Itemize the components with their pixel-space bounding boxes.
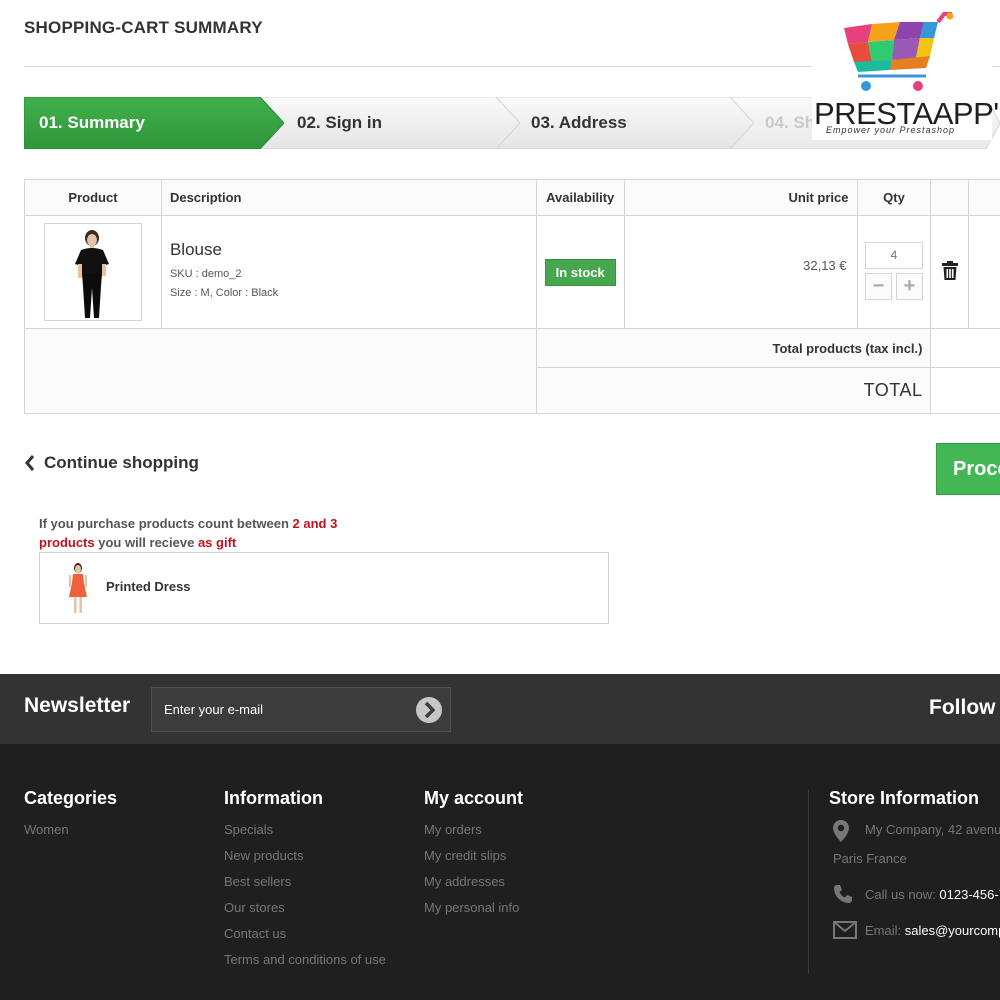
col-header-availability: Availability xyxy=(535,179,625,216)
store-phone: 0123-456-789 xyxy=(939,887,1000,902)
col-header-description: Description xyxy=(160,179,537,216)
gift-product-box[interactable]: Printed Dress xyxy=(39,552,609,624)
product-thumbnail[interactable] xyxy=(43,223,142,321)
cart-item-row: Blouse SKU : demo_2 Size : M, Color : Bl… xyxy=(24,215,1000,329)
col-header-qty: Qty xyxy=(856,179,932,216)
blouse-product-image xyxy=(74,230,109,318)
newsletter-title: Newsletter xyxy=(24,694,131,717)
product-image-cell xyxy=(24,215,162,329)
total-products-row: Total products (tax incl.) xyxy=(24,328,1000,414)
product-attributes: Size : M, Color : Black xyxy=(169,287,279,299)
cart-header-row: Product Description Availability Unit pr… xyxy=(24,179,1000,216)
product-description-cell: Blouse SKU : demo_2 Size : M, Color : Bl… xyxy=(160,215,537,329)
store-phone-line: Call us now: 0123-456-789 xyxy=(829,885,1000,903)
store-email-link[interactable]: sales@yourcompany.com xyxy=(905,923,1000,938)
logo-tagline: Empower your Prestashop xyxy=(826,125,956,135)
trash-icon[interactable] xyxy=(941,261,958,280)
newsletter-submit-icon[interactable] xyxy=(415,696,443,724)
step-label: 01. Summary xyxy=(39,113,145,132)
quantity-input[interactable]: 4 xyxy=(864,242,923,269)
newsletter-email-input[interactable] xyxy=(152,688,402,731)
footer-link-best-sellers[interactable]: Best sellers xyxy=(224,874,394,890)
cart-logo-icon xyxy=(844,12,954,91)
store-email-line: Email: sales@yourcompany.com xyxy=(829,921,1000,939)
site-footer: Categories Women Information Specials Ne… xyxy=(0,744,1000,1000)
in-stock-badge: In stock xyxy=(544,258,616,286)
cart-footer-blank xyxy=(24,328,537,414)
footer-link-contact-us[interactable]: Contact us xyxy=(224,926,394,942)
footer-link-my-orders[interactable]: My orders xyxy=(424,822,523,838)
continue-shopping-link[interactable]: Continue shopping xyxy=(24,453,199,473)
envelope-icon xyxy=(833,921,857,939)
gift-product-name: Printed Dress xyxy=(106,579,191,594)
follow-us-title: Follow us xyxy=(929,696,1000,719)
footer-information-title: Information xyxy=(224,788,323,808)
newsletter-form xyxy=(151,687,451,732)
call-label: Call us now: xyxy=(865,887,940,902)
footer-divider xyxy=(808,790,809,974)
footer-store-title: Store Information xyxy=(829,788,980,808)
col-header-delete xyxy=(930,179,970,216)
quantity-decrease-button[interactable]: − xyxy=(864,273,892,300)
footer-link-credit-slips[interactable]: My credit slips xyxy=(424,848,523,864)
qty-cell: 4 − + xyxy=(856,215,932,329)
total-label: TOTAL xyxy=(535,367,932,414)
product-sku: SKU : demo_2 xyxy=(169,268,242,280)
prestaapps-logo: PRESTAAPP'S Empower your Prestashop xyxy=(812,10,1000,140)
page-title: SHOPPING-CART SUMMARY xyxy=(24,18,263,37)
col-header-unit-price: Unit price xyxy=(623,179,858,216)
quantity-increase-button[interactable]: + xyxy=(895,273,923,300)
cart-table: Product Description Availability Unit pr… xyxy=(24,179,1000,414)
email-label: Email: xyxy=(865,923,905,938)
product-name-link[interactable]: Blouse xyxy=(170,240,528,260)
col-header-total xyxy=(968,179,1000,216)
continue-shopping-label: Continue shopping xyxy=(44,453,199,472)
step-address[interactable]: 03. Address xyxy=(494,97,754,149)
footer-my-account: My account My orders My credit slips My … xyxy=(424,788,523,926)
availability-cell: In stock xyxy=(535,215,625,329)
store-address-line2: Paris France xyxy=(833,851,907,866)
line-total-cell xyxy=(968,215,1000,329)
promo-text-1: If you purchase products count between xyxy=(39,516,293,531)
footer-categories: Categories Women xyxy=(24,788,117,848)
total-value xyxy=(930,367,1000,414)
promo-highlight-gift: as gift xyxy=(197,535,237,550)
total-products-label: Total products (tax incl.) xyxy=(535,328,932,368)
store-address-text: My Company, 42 avenue des Champs Elysées xyxy=(865,822,1000,837)
store-address-line1: My Company, 42 avenue des Champs Elysées xyxy=(829,820,1000,842)
footer-categories-title[interactable]: Categories xyxy=(24,788,117,809)
unit-price-cell: 32,13 € xyxy=(623,215,858,329)
phone-icon xyxy=(834,885,852,903)
newsletter-bar: Newsletter Follow us xyxy=(0,674,1000,744)
promo-text-2: you will recieve xyxy=(94,535,198,550)
proceed-to-checkout-button[interactable]: Proceed to checkout xyxy=(936,443,1000,495)
printed-dress-image xyxy=(69,563,87,613)
footer-link-women[interactable]: Women xyxy=(24,822,117,838)
map-pin-icon xyxy=(833,820,849,842)
footer-link-terms[interactable]: Terms and conditions of use xyxy=(224,952,394,968)
footer-account-title[interactable]: My account xyxy=(424,788,523,809)
footer-link-new-products[interactable]: New products xyxy=(224,848,394,864)
col-header-product: Product xyxy=(24,179,162,216)
shopping-cart-page: SHOPPING-CART SUMMARY 04. Sh 03. Address… xyxy=(0,0,1000,1000)
footer-link-specials[interactable]: Specials xyxy=(224,822,394,838)
step-summary[interactable]: 01. Summary xyxy=(24,97,284,149)
footer-link-addresses[interactable]: My addresses xyxy=(424,874,523,890)
footer-information: Information Specials New products Best s… xyxy=(224,788,394,978)
total-products-value xyxy=(930,328,1000,368)
footer-link-personal-info[interactable]: My personal info xyxy=(424,900,523,916)
step-sign-in[interactable]: 02. Sign in xyxy=(260,97,520,149)
delete-cell xyxy=(930,215,970,329)
footer-link-our-stores[interactable]: Our stores xyxy=(224,900,394,916)
chevron-left-icon xyxy=(25,455,35,471)
gift-promo-text: If you purchase products count between 2… xyxy=(39,514,359,552)
footer-store-info: Store Information My Company, 42 avenue … xyxy=(829,788,1000,939)
